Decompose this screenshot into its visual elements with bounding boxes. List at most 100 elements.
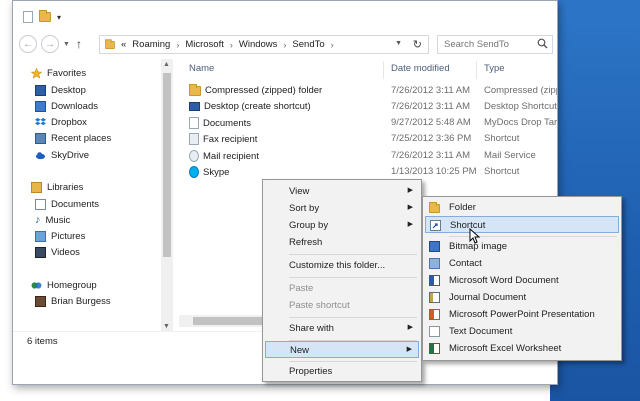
recent-locations-icon[interactable]: ▼ — [63, 41, 70, 48]
menu-item-sort-by[interactable]: Sort by ▶ — [265, 200, 419, 217]
word-document-icon — [429, 275, 440, 286]
breadcrumb-separator[interactable]: › — [176, 40, 179, 50]
breadcrumb-separator[interactable]: › — [283, 40, 286, 50]
breadcrumb-separator[interactable]: › — [230, 40, 233, 50]
address-overflow[interactable]: « — [121, 39, 126, 50]
column-type[interactable]: Type — [484, 63, 505, 74]
sidebar-item-libraries[interactable]: Libraries — [31, 179, 83, 195]
submenu-item-shortcut[interactable]: Shortcut — [425, 216, 619, 233]
menu-item-share-with[interactable]: Share with ▶ — [265, 320, 419, 337]
breadcrumb-microsoft[interactable]: Microsoft — [185, 39, 224, 50]
table-row[interactable]: Documents 9/27/2012 5:48 AM MyDocs Drop … — [179, 115, 557, 131]
music-icon: ♪ — [35, 213, 41, 226]
sidebar-item-label: Music — [45, 214, 71, 226]
file-date: 7/26/2012 3:11 AM — [391, 85, 471, 96]
scrollbar-thumb[interactable] — [163, 73, 171, 257]
sidebar-item-pictures[interactable]: Pictures — [35, 228, 85, 244]
forward-icon[interactable]: → — [41, 35, 59, 53]
search-input[interactable]: Search SendTo — [437, 35, 553, 54]
sidebar-item-music[interactable]: ♪ Music — [35, 212, 70, 228]
up-icon[interactable]: ↑ — [76, 37, 82, 51]
sidebar-item-skydrive[interactable]: SkyDrive — [35, 147, 89, 163]
menu-item-customize[interactable]: Customize this folder... — [265, 257, 419, 274]
title-bar: ▾ — [13, 1, 557, 31]
scroll-up-icon[interactable]: ▲ — [163, 61, 170, 68]
menu-item-refresh[interactable]: Refresh — [265, 234, 419, 251]
sidebar-item-favorites[interactable]: Favorites — [31, 65, 86, 81]
search-placeholder: Search SendTo — [444, 39, 509, 50]
menu-item-label: Properties — [289, 366, 333, 377]
address-bar[interactable]: « Roaming › Microsoft › Windows › SendTo… — [99, 35, 429, 54]
table-row[interactable]: Compressed (zipped) folder 7/26/2012 3:1… — [179, 83, 557, 99]
submenu-item-bitmap[interactable]: Bitmap image — [425, 238, 619, 255]
sidebar-item-downloads[interactable]: Downloads — [35, 98, 98, 114]
menu-separator — [289, 254, 417, 255]
file-type: Compressed (zipp... — [484, 85, 557, 96]
table-row[interactable]: Fax recipient 7/25/2012 3:36 PM Shortcut — [179, 131, 557, 147]
column-name[interactable]: Name — [189, 63, 214, 74]
menu-item-new[interactable]: New ▶ — [265, 341, 419, 358]
sidebar-item-homegroup[interactable]: Homegroup — [31, 277, 97, 293]
submenu-item-journal[interactable]: Journal Document — [425, 289, 619, 306]
downloads-icon — [35, 100, 46, 112]
submenu-item-folder[interactable]: Folder — [425, 199, 619, 216]
item-count: 6 items — [27, 336, 58, 347]
new-submenu: Folder Shortcut Bitmap image Contact Mic… — [422, 196, 622, 361]
navigation-pane: Favorites Desktop Downloads Dropbox Rece… — [13, 59, 173, 329]
sidebar-item-label: Documents — [51, 198, 100, 210]
powerpoint-icon — [429, 309, 440, 320]
submenu-item-contact[interactable]: Contact — [425, 255, 619, 272]
column-divider[interactable] — [476, 61, 477, 79]
refresh-icon[interactable]: ↻ — [413, 38, 422, 51]
column-date-modified[interactable]: Date modified — [391, 63, 450, 74]
sidebar-item-recent-places[interactable]: Recent places — [35, 130, 111, 146]
scroll-down-icon[interactable]: ▼ — [163, 323, 170, 330]
scrollbar-thumb[interactable] — [193, 317, 273, 325]
table-row[interactable]: Mail recipient 7/26/2012 3:11 AM Mail Se… — [179, 148, 557, 164]
menu-item-label: Sort by — [289, 203, 320, 214]
file-date: 7/25/2012 3:36 PM — [391, 133, 472, 144]
recent-places-icon — [35, 132, 46, 144]
menu-item-group-by[interactable]: Group by ▶ — [265, 217, 419, 234]
table-row[interactable]: Skype 1/13/2013 10:25 PM Shortcut — [179, 164, 557, 180]
menu-item-paste[interactable]: Paste — [265, 280, 419, 297]
breadcrumb-sendto[interactable]: SendTo — [292, 39, 324, 50]
breadcrumb-separator[interactable]: › — [331, 40, 334, 50]
submenu-item-word[interactable]: Microsoft Word Document — [425, 272, 619, 289]
menu-item-paste-shortcut[interactable]: Paste shortcut — [265, 297, 419, 314]
new-folder-icon[interactable] — [39, 10, 51, 22]
sidebar-item-videos[interactable]: Videos — [35, 244, 80, 260]
menu-item-label: Microsoft PowerPoint Presentation — [449, 309, 595, 320]
file-name: Mail recipient — [203, 150, 259, 162]
menu-item-properties[interactable]: Properties — [265, 363, 419, 380]
sidebar-item-desktop[interactable]: Desktop — [35, 82, 86, 98]
sidebar-item-label: Desktop — [51, 84, 86, 96]
quick-access-toolbar: ▾ — [23, 10, 61, 23]
submenu-item-powerpoint[interactable]: Microsoft PowerPoint Presentation — [425, 306, 619, 323]
menu-separator — [289, 317, 417, 318]
nav-pane-scrollbar[interactable]: ▲ ▼ — [161, 59, 173, 332]
chevron-down-icon[interactable]: ▼ — [395, 40, 402, 47]
desktop-icon — [189, 102, 200, 111]
breadcrumb-roaming[interactable]: Roaming — [132, 39, 170, 50]
search-icon[interactable] — [537, 38, 548, 49]
sidebar-item-documents[interactable]: Documents — [35, 196, 99, 212]
menu-item-label: Microsoft Excel Worksheet — [449, 343, 562, 354]
column-divider[interactable] — [383, 61, 384, 79]
menu-item-label: Group by — [289, 220, 329, 231]
menu-item-view[interactable]: View ▶ — [265, 183, 419, 200]
sidebar-item-dropbox[interactable]: Dropbox — [35, 114, 87, 130]
avatar — [35, 295, 46, 307]
qat-dropdown-icon[interactable]: ▾ — [57, 13, 61, 22]
sidebar-item-label: Downloads — [51, 100, 98, 112]
address-row: ← → ▼ ↑ « Roaming › Microsoft › Windows … — [13, 31, 557, 57]
breadcrumb-windows[interactable]: Windows — [239, 39, 278, 50]
fax-icon — [189, 133, 199, 145]
properties-icon[interactable] — [23, 11, 33, 23]
submenu-item-excel[interactable]: Microsoft Excel Worksheet — [425, 340, 619, 357]
submenu-item-text[interactable]: Text Document — [425, 323, 619, 340]
back-icon[interactable]: ← — [19, 35, 37, 53]
sidebar-item-brian-burgess[interactable]: Brian Burgess — [35, 293, 111, 309]
table-row[interactable]: Desktop (create shortcut) 7/26/2012 3:11… — [179, 99, 557, 115]
file-type: Mail Service — [484, 150, 536, 161]
